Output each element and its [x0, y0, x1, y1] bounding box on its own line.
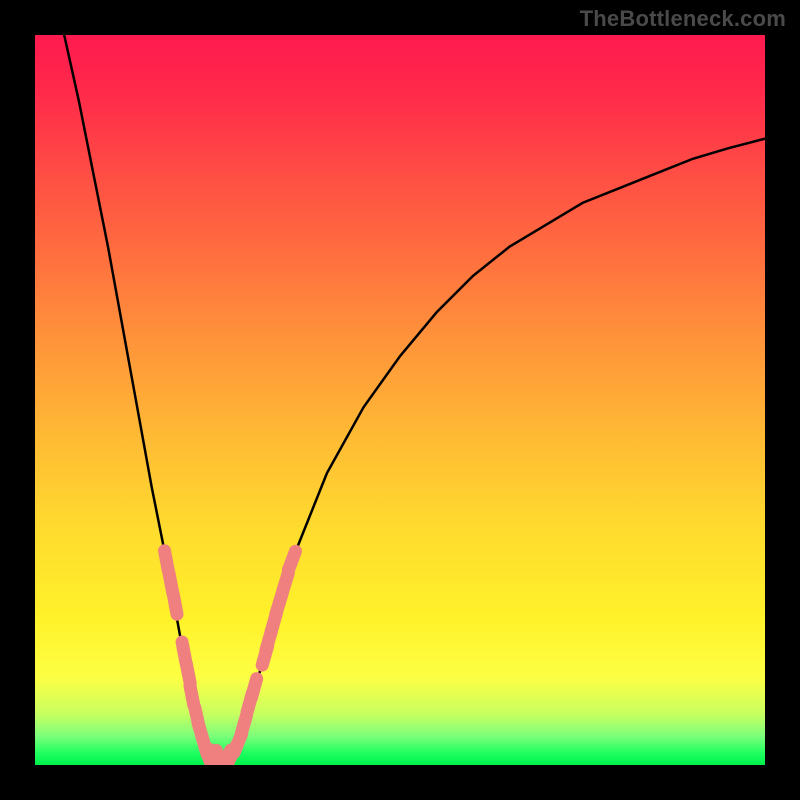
data-marker — [251, 679, 256, 698]
chart-container: TheBottleneck.com — [0, 0, 800, 800]
data-marker — [288, 551, 295, 570]
data-marker — [173, 595, 177, 615]
curve-right-branch — [232, 139, 765, 758]
curve-svg — [35, 35, 765, 765]
curve-group — [50, 35, 765, 758]
plot-area — [35, 35, 765, 765]
marker-group — [165, 551, 296, 765]
watermark-text: TheBottleneck.com — [580, 6, 786, 32]
